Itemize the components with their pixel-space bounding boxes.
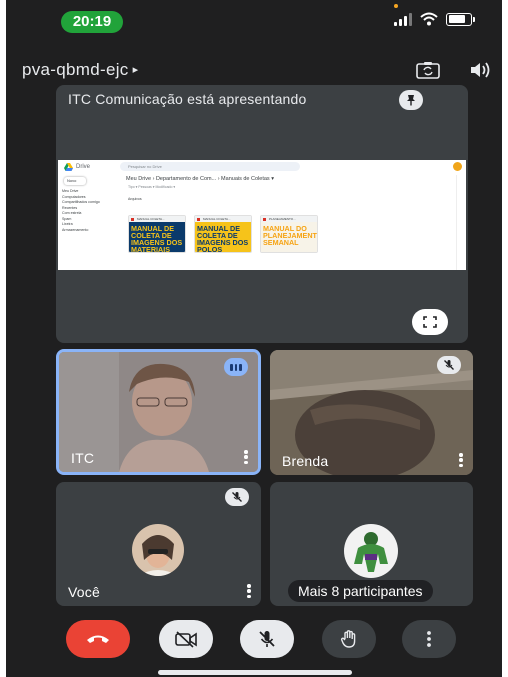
battery-level (448, 15, 466, 23)
drive-app-name: Drive (76, 164, 91, 170)
drive-side-panel (456, 175, 466, 270)
end-call-button[interactable] (66, 620, 130, 658)
presentation-tile[interactable]: ITC Comunicação está apresentando Drive … (56, 85, 468, 343)
more-options-icon (427, 631, 431, 647)
participant-name: Você (68, 584, 100, 600)
participant-more-icon[interactable] (247, 584, 251, 598)
raise-hand-icon (341, 630, 356, 648)
drive-file-thumbnail: MANUAL DE COLETA DE IMAGENS DOS POLOS (195, 222, 251, 252)
battery-icon (446, 12, 475, 26)
mic-off-icon (225, 488, 249, 506)
meeting-code-text: pva-qbmd-ejc (22, 60, 129, 79)
drive-topbar: Drive Pesquisar no Drive (58, 160, 466, 174)
drive-search-input: Pesquisar no Drive (120, 162, 300, 171)
drive-section-label: Arquivos (128, 197, 142, 201)
participant-name: Brenda (282, 453, 329, 469)
drive-file-name: PLANEJAMENTO... (261, 216, 317, 222)
drive-new-button: Novo (64, 177, 86, 185)
drive-breadcrumb: Meu Drive › Departamento de Com... › Man… (126, 176, 274, 182)
avatar (344, 524, 398, 578)
fullscreen-icon[interactable] (412, 309, 448, 335)
avatar (132, 524, 184, 576)
drive-filters: Tipo ▾ Pessoas ▾ Modificado ▾ (128, 185, 176, 189)
drive-logo-icon (64, 163, 73, 171)
drive-file-card: PLANEJAMENTO... MANUAL DO PLANEJAMENT SE… (260, 215, 318, 253)
speaking-indicator-icon (224, 358, 248, 376)
status-time: 20:19 (61, 11, 123, 33)
drive-account-avatar (453, 162, 462, 171)
camera-toggle-button[interactable] (159, 620, 213, 658)
speaker-icon[interactable] (466, 58, 494, 82)
more-options-button[interactable] (402, 620, 456, 658)
meeting-code[interactable]: pva-qbmd-ejc ▸ (22, 60, 138, 80)
cellular-signal-icon (394, 4, 412, 26)
drive-sidebar: Novo Meu Drive Computadores Compartilhad… (58, 175, 120, 270)
drive-file-name: MANUAL COLETA... (129, 216, 185, 222)
wifi-icon (420, 12, 438, 26)
drive-main: Meu Drive › Departamento de Com... › Man… (122, 175, 458, 270)
participant-tile-itc[interactable]: ITC (56, 349, 261, 475)
call-controls (6, 618, 502, 668)
meeting-details-caret-icon: ▸ (132, 64, 139, 76)
drive-file-thumbnail: MANUAL DO PLANEJAMENT SEMANAL (261, 222, 317, 252)
camera-flip-icon[interactable] (414, 58, 442, 82)
status-bar: 20:19 (6, 0, 502, 40)
pin-icon[interactable] (399, 90, 423, 110)
status-icons (394, 4, 475, 26)
mic-toggle-button[interactable] (240, 620, 294, 658)
participant-tile-self[interactable]: Você (56, 482, 261, 606)
drive-file-card: MANUAL COLETA... MANUAL DE COLETA DE IMA… (194, 215, 252, 253)
drive-file-grid: MANUAL COLETA... MANUAL DE COLETA DE IMA… (128, 215, 318, 253)
mic-off-icon (259, 631, 275, 647)
drive-file-card: MANUAL COLETA... MANUAL DE COLETA DE IMA… (128, 215, 186, 253)
home-indicator[interactable] (158, 670, 352, 675)
participant-tile-brenda[interactable]: Brenda (270, 350, 473, 475)
meeting-header: pva-qbmd-ejc ▸ (6, 52, 502, 88)
participant-more-icon[interactable] (459, 453, 463, 467)
drive-file-thumbnail: MANUAL DE COLETA DE IMAGENS DOS MATERIAI… (129, 222, 185, 252)
end-call-icon (87, 635, 109, 643)
drive-file-name: MANUAL COLETA... (195, 216, 251, 222)
shared-screen: Drive Pesquisar no Drive Novo Meu Drive … (58, 160, 466, 270)
mic-off-icon (437, 356, 461, 374)
participant-name: ITC (71, 450, 95, 466)
camera-off-icon (175, 631, 197, 648)
raise-hand-button[interactable] (322, 620, 376, 658)
meet-app-screen: 20:19 pva-qbmd-ejc ▸ ITC Comunicação est… (6, 0, 502, 677)
more-participants-tile[interactable]: Mais 8 participantes (270, 482, 473, 606)
participant-more-icon[interactable] (244, 450, 248, 464)
presentation-title: ITC Comunicação está apresentando (68, 91, 307, 107)
more-participants-label: Mais 8 participantes (288, 580, 433, 602)
drive-sidebar-item: Armazenamento (62, 227, 89, 232)
drive-logo: Drive (64, 163, 90, 171)
